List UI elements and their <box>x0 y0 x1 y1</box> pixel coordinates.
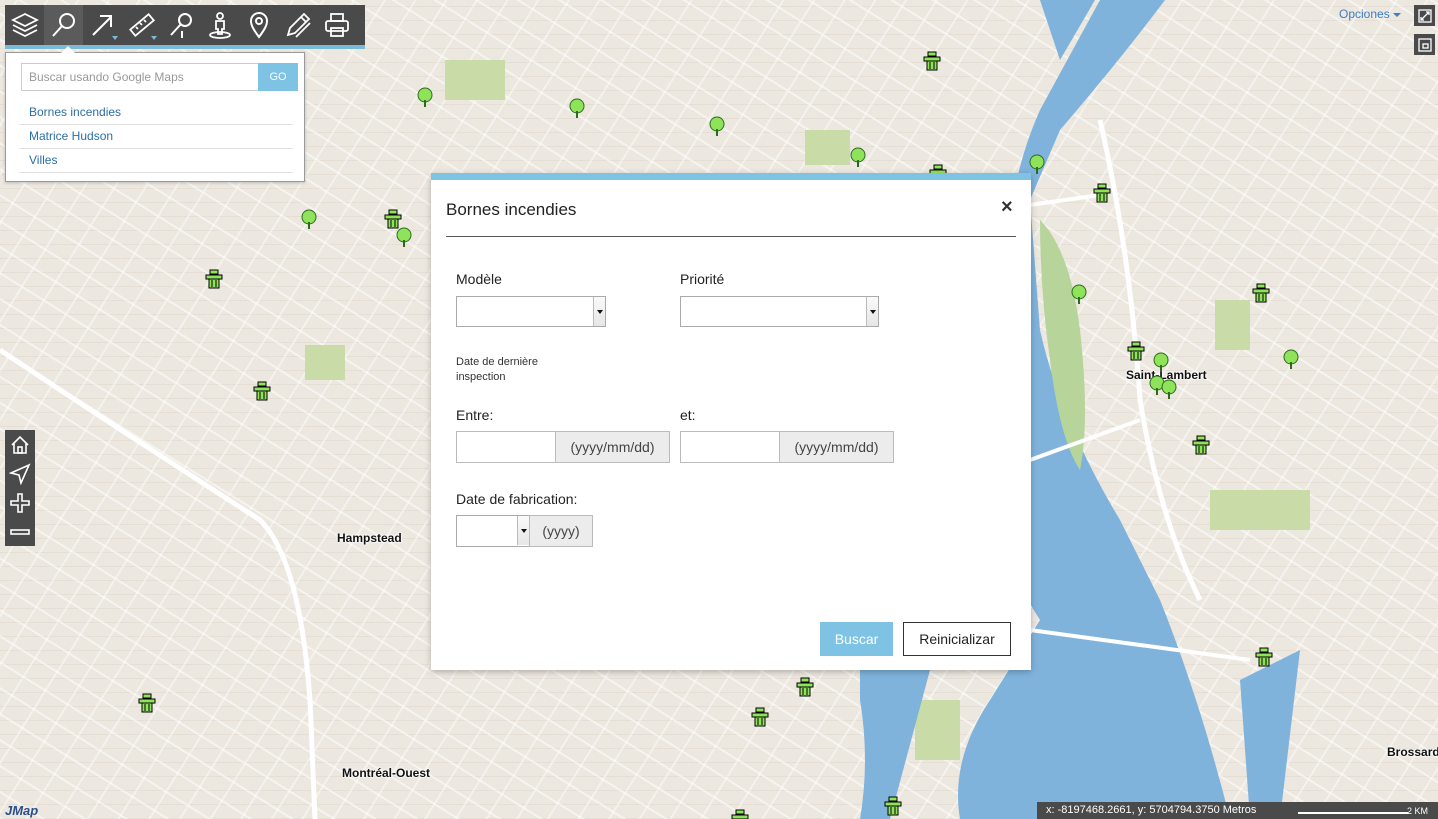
layers-icon[interactable] <box>5 5 44 45</box>
search-icon[interactable] <box>44 5 83 45</box>
chevron-down-icon <box>151 36 157 40</box>
select-arrow-icon[interactable] <box>83 5 122 45</box>
close-icon[interactable]: × <box>1001 196 1013 219</box>
fire-hydrant-icon[interactable] <box>1191 434 1211 456</box>
chevron-down-icon <box>593 297 605 326</box>
tree-icon[interactable] <box>394 226 414 248</box>
fire-hydrant-icon[interactable] <box>795 676 815 698</box>
tree-icon[interactable] <box>848 146 868 168</box>
fire-hydrant-icon[interactable] <box>252 380 272 402</box>
go-button[interactable]: GO <box>258 63 298 91</box>
tree-icon[interactable] <box>707 115 727 137</box>
fullscreen-icon[interactable] <box>1414 5 1435 26</box>
bornes-incendies-dialog: Bornes incendies × Modèle Priorité Date … <box>431 173 1031 670</box>
tree-icon[interactable] <box>567 97 587 119</box>
chevron-down-icon <box>517 516 529 545</box>
print-icon[interactable] <box>317 5 356 45</box>
tree-icon[interactable] <box>1159 378 1179 400</box>
main-toolbar <box>5 5 365 49</box>
tree-icon[interactable] <box>1069 283 1089 305</box>
fire-hydrant-icon[interactable] <box>750 706 770 728</box>
place-label-brossard: Brossard <box>1387 745 1438 759</box>
street-view-icon[interactable] <box>200 5 239 45</box>
tree-icon[interactable] <box>1281 348 1301 370</box>
priorite-label: Priorité <box>680 271 725 287</box>
fabrication-year-select[interactable] <box>456 515 530 547</box>
et-date-format: (yyyy/mm/dd) <box>779 431 894 463</box>
zoom-out-icon[interactable] <box>5 517 35 546</box>
et-label: et: <box>680 407 696 423</box>
search-input[interactable] <box>21 63 258 91</box>
list-item-bornes-incendies[interactable]: Bornes incendies <box>19 101 293 125</box>
entre-date-format: (yyyy/mm/dd) <box>555 431 670 463</box>
measure-ruler-icon[interactable] <box>122 5 161 45</box>
buscar-button[interactable]: Buscar <box>820 622 893 656</box>
chevron-down-icon <box>1392 12 1401 17</box>
fire-hydrant-icon[interactable] <box>1126 340 1146 362</box>
jmap-logo: JMap <box>5 803 39 818</box>
fire-hydrant-icon[interactable] <box>883 795 903 817</box>
place-label-montreal-ouest: Montréal-Ouest <box>342 766 431 780</box>
fire-hydrant-icon[interactable] <box>922 50 942 72</box>
zoom-in-icon[interactable] <box>5 488 35 517</box>
entre-date-input[interactable] <box>456 431 556 463</box>
dialog-title: Bornes incendies <box>446 200 577 219</box>
entre-label: Entre: <box>456 407 494 423</box>
inspection-date-label: Date de dernière inspection <box>456 356 538 383</box>
chevron-down-icon <box>112 36 118 40</box>
scale-line <box>1298 812 1408 814</box>
fire-hydrant-icon[interactable] <box>730 808 750 819</box>
scale-bar: 2 KM <box>1290 802 1438 819</box>
fire-hydrant-icon[interactable] <box>204 268 224 290</box>
google-search-row: GO <box>21 63 298 91</box>
reinicializar-button[interactable]: Reinicializar <box>903 622 1011 656</box>
modele-select[interactable] <box>456 296 606 327</box>
fire-hydrant-icon[interactable] <box>1092 182 1112 204</box>
opciones-menu[interactable]: Opciones <box>1339 7 1401 21</box>
coordinates-readout: x: -8197468.2661, y: 5704794.3750 Metros <box>1037 802 1290 819</box>
et-date-input[interactable] <box>680 431 780 463</box>
tree-icon[interactable] <box>1027 153 1047 175</box>
fire-hydrant-icon[interactable] <box>1251 282 1271 304</box>
chevron-down-icon <box>866 297 878 326</box>
tree-icon[interactable] <box>415 86 435 108</box>
tree-icon[interactable] <box>1151 351 1171 373</box>
list-item-matrice-hudson[interactable]: Matrice Hudson <box>19 125 293 149</box>
searchable-layer-list: Bornes incendies Matrice Hudson Villes <box>19 101 293 173</box>
geocode-search-icon[interactable] <box>161 5 200 45</box>
modele-label: Modèle <box>456 271 502 287</box>
map-navigation <box>5 430 35 546</box>
home-icon[interactable] <box>5 430 35 459</box>
place-label-hampstead: Hampstead <box>337 531 402 545</box>
draw-pencil-icon[interactable] <box>278 5 317 45</box>
locate-me-icon[interactable] <box>5 459 35 488</box>
fabrication-year-format: (yyyy) <box>529 515 593 547</box>
list-item-villes[interactable]: Villes <box>19 149 293 173</box>
fire-hydrant-icon[interactable] <box>137 692 157 714</box>
location-pin-icon[interactable] <box>239 5 278 45</box>
scale-label: 2 KM <box>1406 806 1428 816</box>
opciones-label: Opciones <box>1339 7 1390 21</box>
overview-map-icon[interactable] <box>1414 34 1435 55</box>
fire-hydrant-icon[interactable] <box>1254 646 1274 668</box>
tree-icon[interactable] <box>299 208 319 230</box>
priorite-select[interactable] <box>680 296 879 327</box>
search-panel: GO Bornes incendies Matrice Hudson Ville… <box>5 46 305 182</box>
dialog-divider <box>446 236 1016 237</box>
fabrication-label: Date de fabrication: <box>456 491 578 507</box>
